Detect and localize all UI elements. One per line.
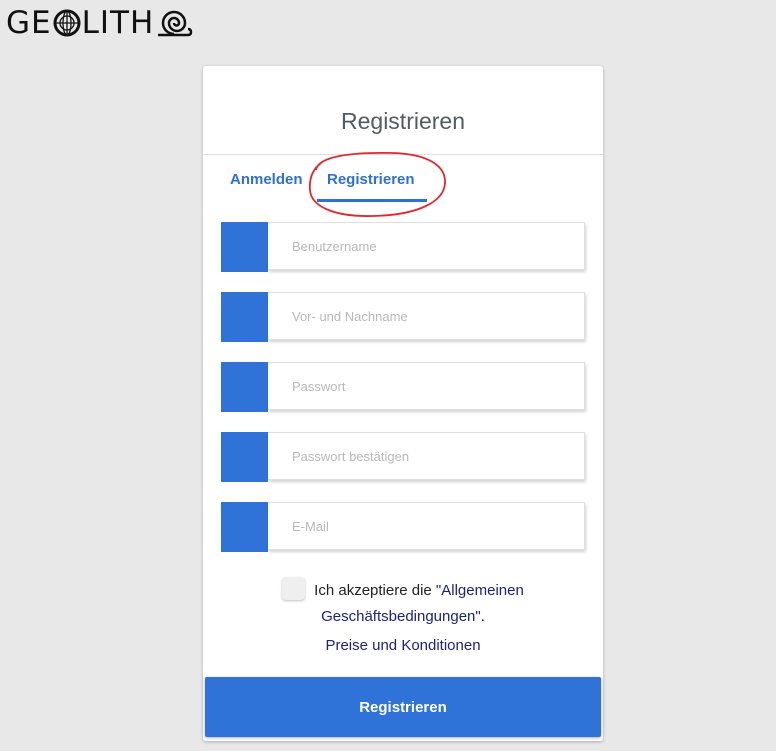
fullname-icon [221, 292, 268, 342]
globe-icon [53, 9, 81, 37]
snail-icon [158, 10, 193, 37]
email-input[interactable] [268, 502, 585, 550]
terms-checkbox[interactable] [282, 576, 306, 600]
password-field [221, 362, 585, 412]
email-icon [221, 502, 268, 552]
fullname-input[interactable] [268, 292, 585, 340]
red-annotation-circle [308, 151, 446, 217]
email-field [221, 502, 585, 552]
logo-text-suffix: LITH [81, 5, 155, 41]
register-card: Registrieren Anmelden Registrieren Ich a… [203, 66, 603, 741]
terms-line2: Geschäftsbedingungen". [203, 603, 603, 631]
password-confirm-icon [221, 432, 268, 482]
header-divider [203, 154, 603, 155]
password-confirm-input[interactable] [268, 432, 585, 480]
username-input[interactable] [268, 222, 585, 270]
tab-registrieren[interactable]: Registrieren [327, 171, 415, 188]
terms-prefix: Ich akzeptiere die [314, 582, 436, 599]
register-button[interactable]: Registrieren [205, 677, 601, 737]
card-title: Registrieren [341, 108, 465, 134]
username-icon [221, 222, 268, 272]
terms-link-part2[interactable]: Geschäftsbedingungen" [321, 608, 481, 625]
logo: GE LITH [6, 6, 194, 40]
fullname-field [221, 292, 585, 342]
pricing-link[interactable]: Preise und Konditionen [325, 637, 480, 654]
username-field [221, 222, 585, 272]
terms-line3: Preise und Konditionen [203, 632, 603, 660]
logo-text-prefix: GE [6, 5, 52, 41]
password-input[interactable] [268, 362, 585, 410]
tab-anmelden[interactable]: Anmelden [230, 171, 303, 188]
password-confirm-field [221, 432, 585, 482]
terms-suffix: . [480, 608, 485, 625]
password-icon [221, 362, 268, 412]
active-tab-indicator [317, 199, 427, 202]
terms-link-part1[interactable]: "Allgemeinen [436, 582, 524, 599]
terms-row: Ich akzeptiere die "Allgemeinen [203, 576, 603, 605]
